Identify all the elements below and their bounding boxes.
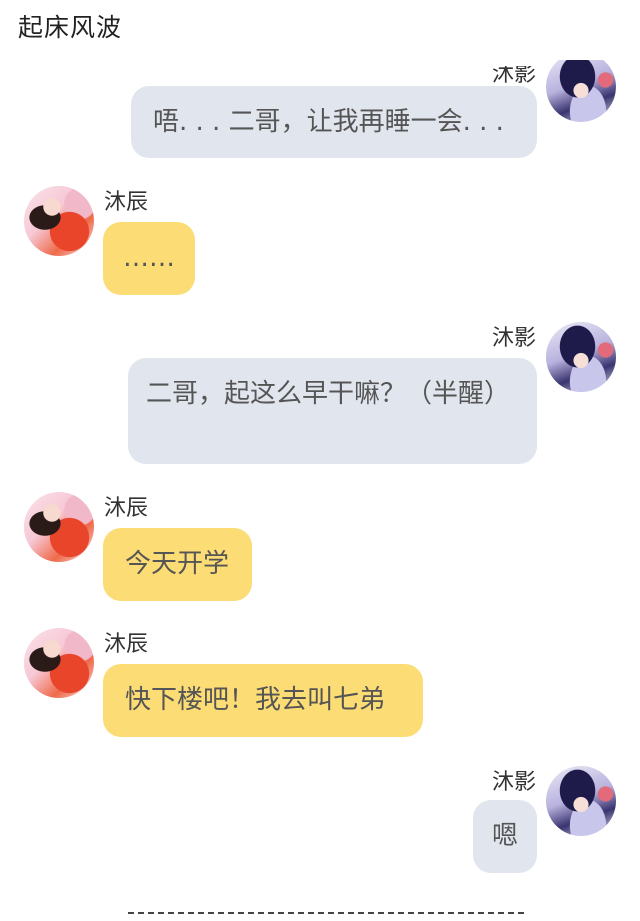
sender-name: 沐辰 <box>104 632 149 657</box>
message-bubble[interactable]: …… <box>103 222 195 295</box>
sender-name: 沐影 <box>492 62 537 87</box>
chat-title: 起床风波 <box>18 13 123 42</box>
avatar-chen-icon[interactable] <box>24 628 94 698</box>
avatar-ying-icon[interactable] <box>546 766 616 836</box>
avatar-ying-icon[interactable] <box>546 60 616 122</box>
avatar-chen-icon[interactable] <box>24 492 94 562</box>
sender-name: 沐影 <box>492 326 537 351</box>
sender-name: 沐辰 <box>104 190 149 215</box>
avatar-chen-icon[interactable] <box>24 186 94 256</box>
sender-name: 沐影 <box>492 770 537 795</box>
message-bubble[interactable]: 二哥，起这么早干嘛？（半醒） <box>128 358 537 464</box>
divider <box>128 912 524 914</box>
avatar-ying-icon[interactable] <box>546 322 616 392</box>
sender-name: 沐辰 <box>104 496 149 521</box>
message-bubble[interactable]: 今天开学 <box>103 528 252 601</box>
message-bubble[interactable]: 嗯 <box>473 800 537 873</box>
message-bubble[interactable]: 快下楼吧！我去叫七弟 <box>103 664 423 737</box>
message-bubble[interactable]: 唔. . . 二哥，让我再睡一会. . . <box>131 86 537 158</box>
